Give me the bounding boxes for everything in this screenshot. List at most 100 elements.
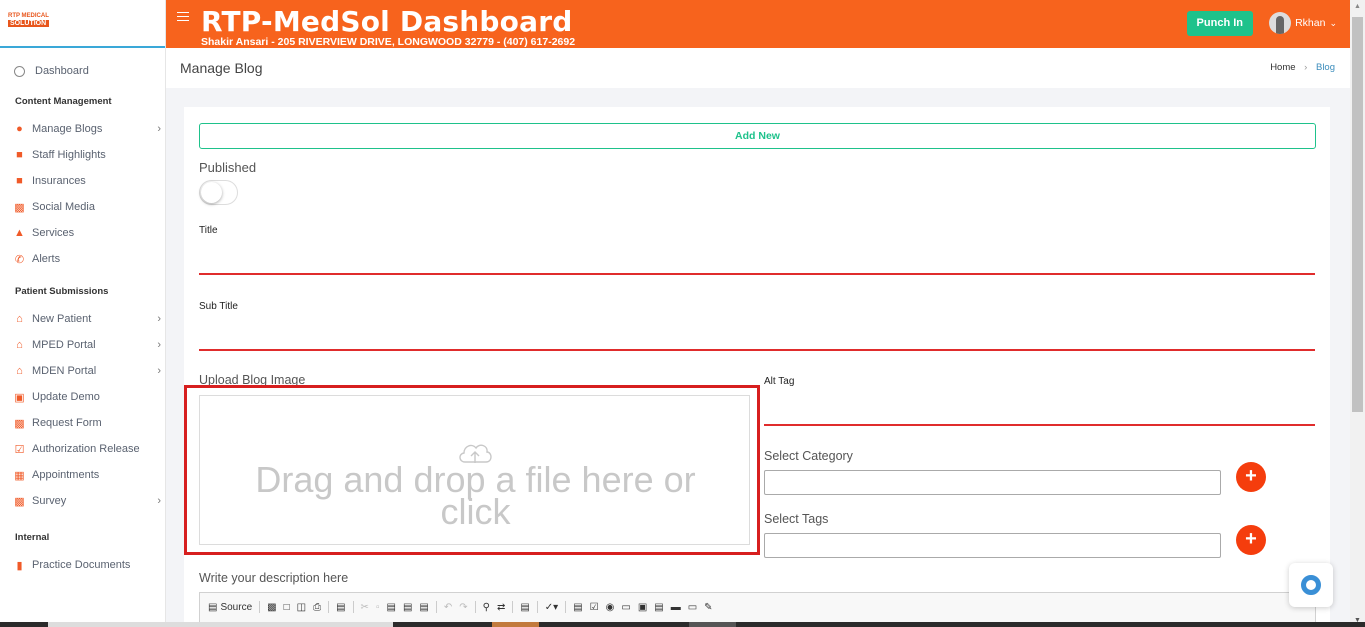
paste-icon[interactable]: ▤ <box>386 602 395 613</box>
spellcheck-icon[interactable]: ✓▾ <box>545 602 558 613</box>
sidebar-item-staff-highlights[interactable]: ■ Staff Highlights <box>0 142 165 168</box>
title-input[interactable] <box>199 273 1315 275</box>
taskbar-item[interactable] <box>689 622 736 627</box>
logo-line2: SOLUTION <box>8 20 49 27</box>
page-title: Manage Blog <box>180 60 263 76</box>
published-toggle[interactable] <box>199 180 238 205</box>
copy-icon[interactable]: ▫ <box>376 602 380 613</box>
source-button[interactable]: Source <box>220 602 252 613</box>
new-page-icon[interactable]: □ <box>284 602 290 613</box>
sidebar-item-label: Survey <box>32 495 67 507</box>
replace-icon[interactable]: ⇄ <box>497 602 505 613</box>
sidebar-item-practice-documents[interactable]: ▮ Practice Documents <box>0 552 165 578</box>
sidebar-item-label: Alerts <box>32 253 61 265</box>
source-icon[interactable]: ▤ <box>208 602 217 613</box>
sidebar-item-mden-portal[interactable]: ⌂ MDEN Portal › <box>0 358 165 384</box>
sidebar-item-social-media[interactable]: ▩ Social Media <box>0 194 165 220</box>
app-subtitle: Shakir Ansari - 205 RIVERVIEW DRIVE, LON… <box>201 36 576 48</box>
section-internal: Internal <box>15 531 50 543</box>
sidebar-item-authorization-release[interactable]: ☑ Authorization Release <box>0 436 165 462</box>
form-icon[interactable]: ▤ <box>573 602 582 613</box>
sidebar-item-request-form[interactable]: ▩ Request Form <box>0 410 165 436</box>
sidebar-item-label: New Patient <box>32 313 92 325</box>
tags-select[interactable] <box>764 533 1221 558</box>
sidebar-item-manage-blogs[interactable]: ● Manage Blogs › <box>0 116 165 142</box>
paste-text-icon[interactable]: ▤ <box>403 602 412 613</box>
add-new-button[interactable]: Add New <box>199 123 1316 149</box>
sidebar-item-label: Staff Highlights <box>32 149 106 161</box>
undo-icon[interactable]: ↶ <box>444 602 452 613</box>
scroll-up-icon[interactable]: ▲ <box>1354 3 1361 10</box>
category-select[interactable] <box>764 470 1221 495</box>
home-icon: ⌂ <box>16 313 23 325</box>
sidebar-item-label: Appointments <box>32 469 100 481</box>
logo[interactable]: RTP MEDICAL SOLUTION <box>8 13 49 27</box>
patient-items: ⌂ New Patient › ⌂ MPED Portal › ⌂ MDEN Portal › ▣… <box>0 306 165 514</box>
chevron-right-icon: › <box>157 313 161 325</box>
upload-highlight: Drag and drop a file here or click <box>184 385 760 555</box>
calendar-icon: ▦ <box>14 469 25 482</box>
templates-icon[interactable]: ▤ <box>336 602 345 613</box>
add-category-button[interactable]: + <box>1236 462 1266 492</box>
section-patient-submissions: Patient Submissions <box>15 285 109 297</box>
breadcrumb-current: Blog <box>1315 62 1335 73</box>
scroll-thumb[interactable] <box>1352 17 1363 412</box>
file-dropzone[interactable]: Drag and drop a file here or click <box>199 395 750 545</box>
breadcrumb: Home › Blog <box>1270 62 1335 73</box>
radio-icon[interactable]: ◉ <box>606 602 615 613</box>
alt-tag-label: Alt Tag <box>764 376 795 387</box>
button-field-icon[interactable]: ▬ <box>671 602 681 613</box>
sidebar-item-label: MDEN Portal <box>32 365 97 377</box>
select-field-icon[interactable]: ▤ <box>654 602 663 613</box>
top-header: RTP-MedSol Dashboard Shakir Ansari - 205… <box>166 0 1350 48</box>
sidebar-item-new-patient[interactable]: ⌂ New Patient › <box>0 306 165 332</box>
chevron-down-icon: ⌄ <box>1329 17 1337 28</box>
subtitle-label: Sub Title <box>199 301 238 312</box>
subtitle-input[interactable] <box>199 349 1315 351</box>
image-button-icon[interactable]: ▭ <box>688 602 697 613</box>
hidden-field-icon[interactable]: ✎ <box>704 602 712 613</box>
sidebar-item-mped-portal[interactable]: ⌂ MPED Portal › <box>0 332 165 358</box>
taskbar-item[interactable] <box>48 622 393 627</box>
alt-tag-input[interactable] <box>764 424 1315 426</box>
page-scrollbar[interactable]: ▲ ▼ <box>1350 0 1365 627</box>
published-label: Published <box>199 160 257 175</box>
select-all-icon[interactable]: ▤ <box>520 602 529 613</box>
sidebar-item-label: Update Demo <box>32 391 100 403</box>
id-card-icon: ▣ <box>14 391 25 404</box>
paste-word-icon[interactable]: ▤ <box>419 602 428 613</box>
services-icon: ▲ <box>14 227 25 239</box>
sidebar-item-update-demo[interactable]: ▣ Update Demo <box>0 384 165 410</box>
sidebar-item-label: Authorization Release <box>32 443 140 455</box>
add-tag-button[interactable]: + <box>1236 525 1266 555</box>
menu-icon[interactable] <box>177 12 189 24</box>
text-field-icon[interactable]: ▭ <box>621 602 630 613</box>
breadcrumb-home[interactable]: Home <box>1270 62 1295 73</box>
user-menu[interactable]: Rkhan ⌄ <box>1269 12 1337 34</box>
title-label: Title <box>199 225 218 236</box>
sidebar-item-insurances[interactable]: ■ Insurances <box>0 168 165 194</box>
chevron-right-icon: › <box>157 495 161 507</box>
textarea-icon[interactable]: ▣ <box>638 602 647 613</box>
section-content-management: Content Management <box>15 95 112 107</box>
save-icon[interactable]: ▩ <box>267 602 276 613</box>
print-icon[interactable]: ⎙ <box>313 602 321 613</box>
sidebar-item-alerts[interactable]: ✆ Alerts <box>0 246 165 272</box>
sidebar-item-dashboard[interactable]: Dashboard <box>0 56 165 86</box>
checkbox-icon[interactable]: ☑ <box>590 602 599 613</box>
punch-in-button[interactable]: Punch In <box>1186 11 1253 36</box>
sidebar-item-label: Manage Blogs <box>32 123 103 135</box>
cut-icon[interactable]: ✂ <box>361 602 369 613</box>
app-title: RTP-MedSol Dashboard <box>201 5 573 38</box>
find-icon[interactable]: ⚲ <box>483 602 490 613</box>
help-button[interactable] <box>1289 563 1333 607</box>
preview-icon[interactable]: ◫ <box>297 602 306 613</box>
sidebar-item-survey[interactable]: ▩ Survey › <box>0 488 165 514</box>
redo-icon[interactable]: ↷ <box>459 602 467 613</box>
sidebar-item-appointments[interactable]: ▦ Appointments <box>0 462 165 488</box>
sidebar-item-services[interactable]: ▲ Services <box>0 220 165 246</box>
home-icon: ⌂ <box>16 339 23 351</box>
taskbar-item[interactable] <box>492 622 539 627</box>
sidebar-nav: Dashboard Content Management ● Manage Blo… <box>0 48 165 578</box>
taskbar <box>0 622 1365 627</box>
